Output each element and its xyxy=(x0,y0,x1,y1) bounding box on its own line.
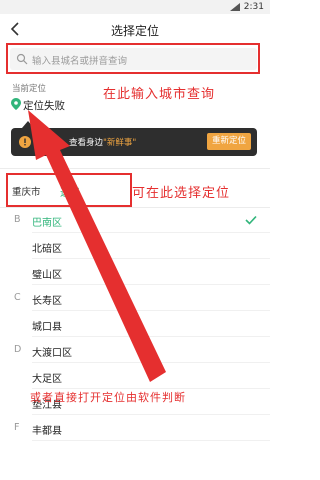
top-bar: 选择定位 xyxy=(0,14,270,44)
annotation-select-hint: 可在此选择定位 xyxy=(132,186,231,201)
region-highlight-box xyxy=(6,173,132,207)
district-name: 大足区 xyxy=(32,374,62,385)
location-status[interactable]: 定位失败 xyxy=(23,98,65,113)
index-letter: C xyxy=(14,292,21,303)
district-row[interactable]: B 巴南区 xyxy=(0,207,270,233)
district-name: 城口县 xyxy=(32,322,62,333)
row-divider xyxy=(32,440,270,441)
annotation-auto-hint: 或者直接打开定位由软件判断 xyxy=(30,391,186,404)
district-name: 丰都县 xyxy=(32,426,62,437)
district-name: 长寿区 xyxy=(32,296,62,307)
tip-caret xyxy=(22,121,34,128)
status-bar: 2:31 xyxy=(0,0,270,14)
index-letter: D xyxy=(14,344,22,355)
relocate-button[interactable]: 重新定位 xyxy=(206,133,251,150)
location-pin-icon xyxy=(11,98,21,110)
index-letter: F xyxy=(14,422,20,433)
district-row[interactable]: 大足区 xyxy=(0,363,270,389)
district-row[interactable]: 北碚区 xyxy=(0,233,270,259)
check-icon xyxy=(245,215,257,225)
warning-icon xyxy=(19,136,31,148)
district-name: 北碚区 xyxy=(32,244,62,255)
current-location-label: 当前定位 xyxy=(12,84,47,94)
district-row[interactable]: D 大渡口区 xyxy=(0,337,270,363)
district-row[interactable]: 璧山区 xyxy=(0,259,270,285)
district-name: 大渡口区 xyxy=(32,348,72,359)
annotation-search-hint: 在此输入城市查询 xyxy=(103,87,216,102)
tip-text: 新定位，查看身边"新鲜事" xyxy=(35,136,136,148)
divider xyxy=(0,168,270,169)
district-row[interactable]: 城口县 xyxy=(0,311,270,337)
index-letter: B xyxy=(14,214,21,225)
tip-text-prefix: 新定位，查看身边 xyxy=(35,138,104,148)
tip-text-highlight: "新鲜事" xyxy=(103,138,137,148)
status-time: 2:31 xyxy=(243,2,264,12)
search-highlight-box xyxy=(6,43,260,74)
district-row[interactable]: F 丰都县 xyxy=(0,415,270,441)
relocate-tip: 新定位，查看身边"新鲜事" 重新定位 xyxy=(11,128,257,156)
signal-icon xyxy=(230,3,240,11)
district-name: 巴南区 xyxy=(32,218,62,229)
district-row[interactable]: C 长寿区 xyxy=(0,285,270,311)
page-title: 选择定位 xyxy=(110,24,159,38)
district-name: 璧山区 xyxy=(32,270,62,281)
